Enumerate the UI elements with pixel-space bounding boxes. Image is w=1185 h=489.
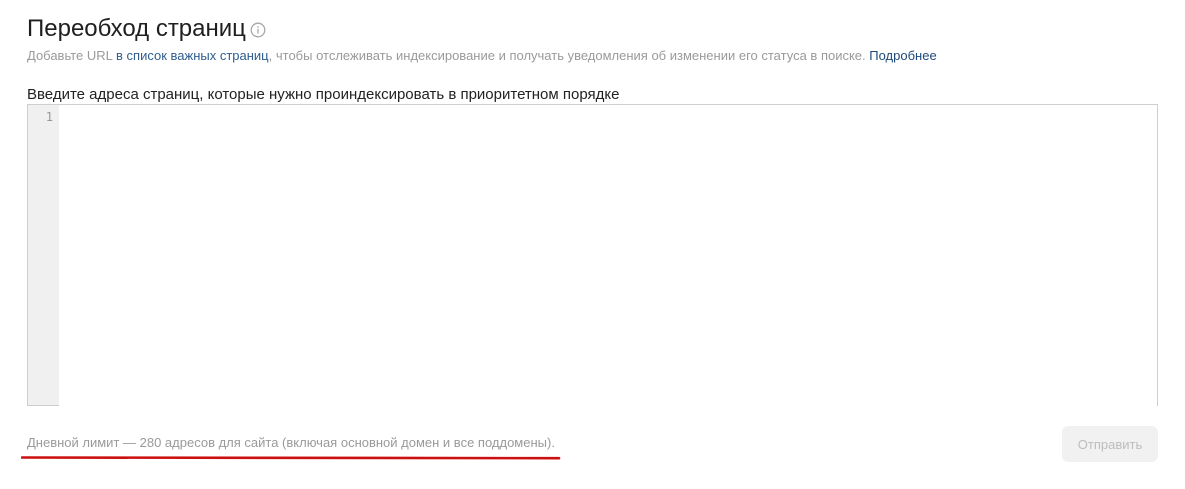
page-subtitle: Добавьте URL в список важных страниц, чт…	[27, 47, 937, 65]
url-editor[interactable]: 1	[27, 104, 1158, 413]
important-pages-link[interactable]: в список важных страниц	[116, 48, 269, 63]
page-title: Переобход страниц	[27, 15, 246, 42]
more-info-link[interactable]: Подробнее	[869, 48, 936, 63]
url-list-label: Введите адреса страниц, которые нужно пр…	[27, 86, 620, 103]
submit-button[interactable]: Отправить	[1062, 426, 1158, 462]
line-number: 1	[45, 110, 53, 124]
red-underline-annotation	[21, 455, 561, 460]
line-number-gutter: 1	[28, 105, 59, 405]
subtitle-middle: , чтобы отслеживать индексирование и пол…	[268, 48, 870, 63]
subtitle-prefix: Добавьте URL	[27, 48, 117, 63]
url-list-input[interactable]	[59, 105, 1157, 413]
daily-limit-note: Дневной лимит — 280 адресов для сайта (в…	[27, 435, 555, 450]
info-icon[interactable]	[250, 22, 266, 38]
